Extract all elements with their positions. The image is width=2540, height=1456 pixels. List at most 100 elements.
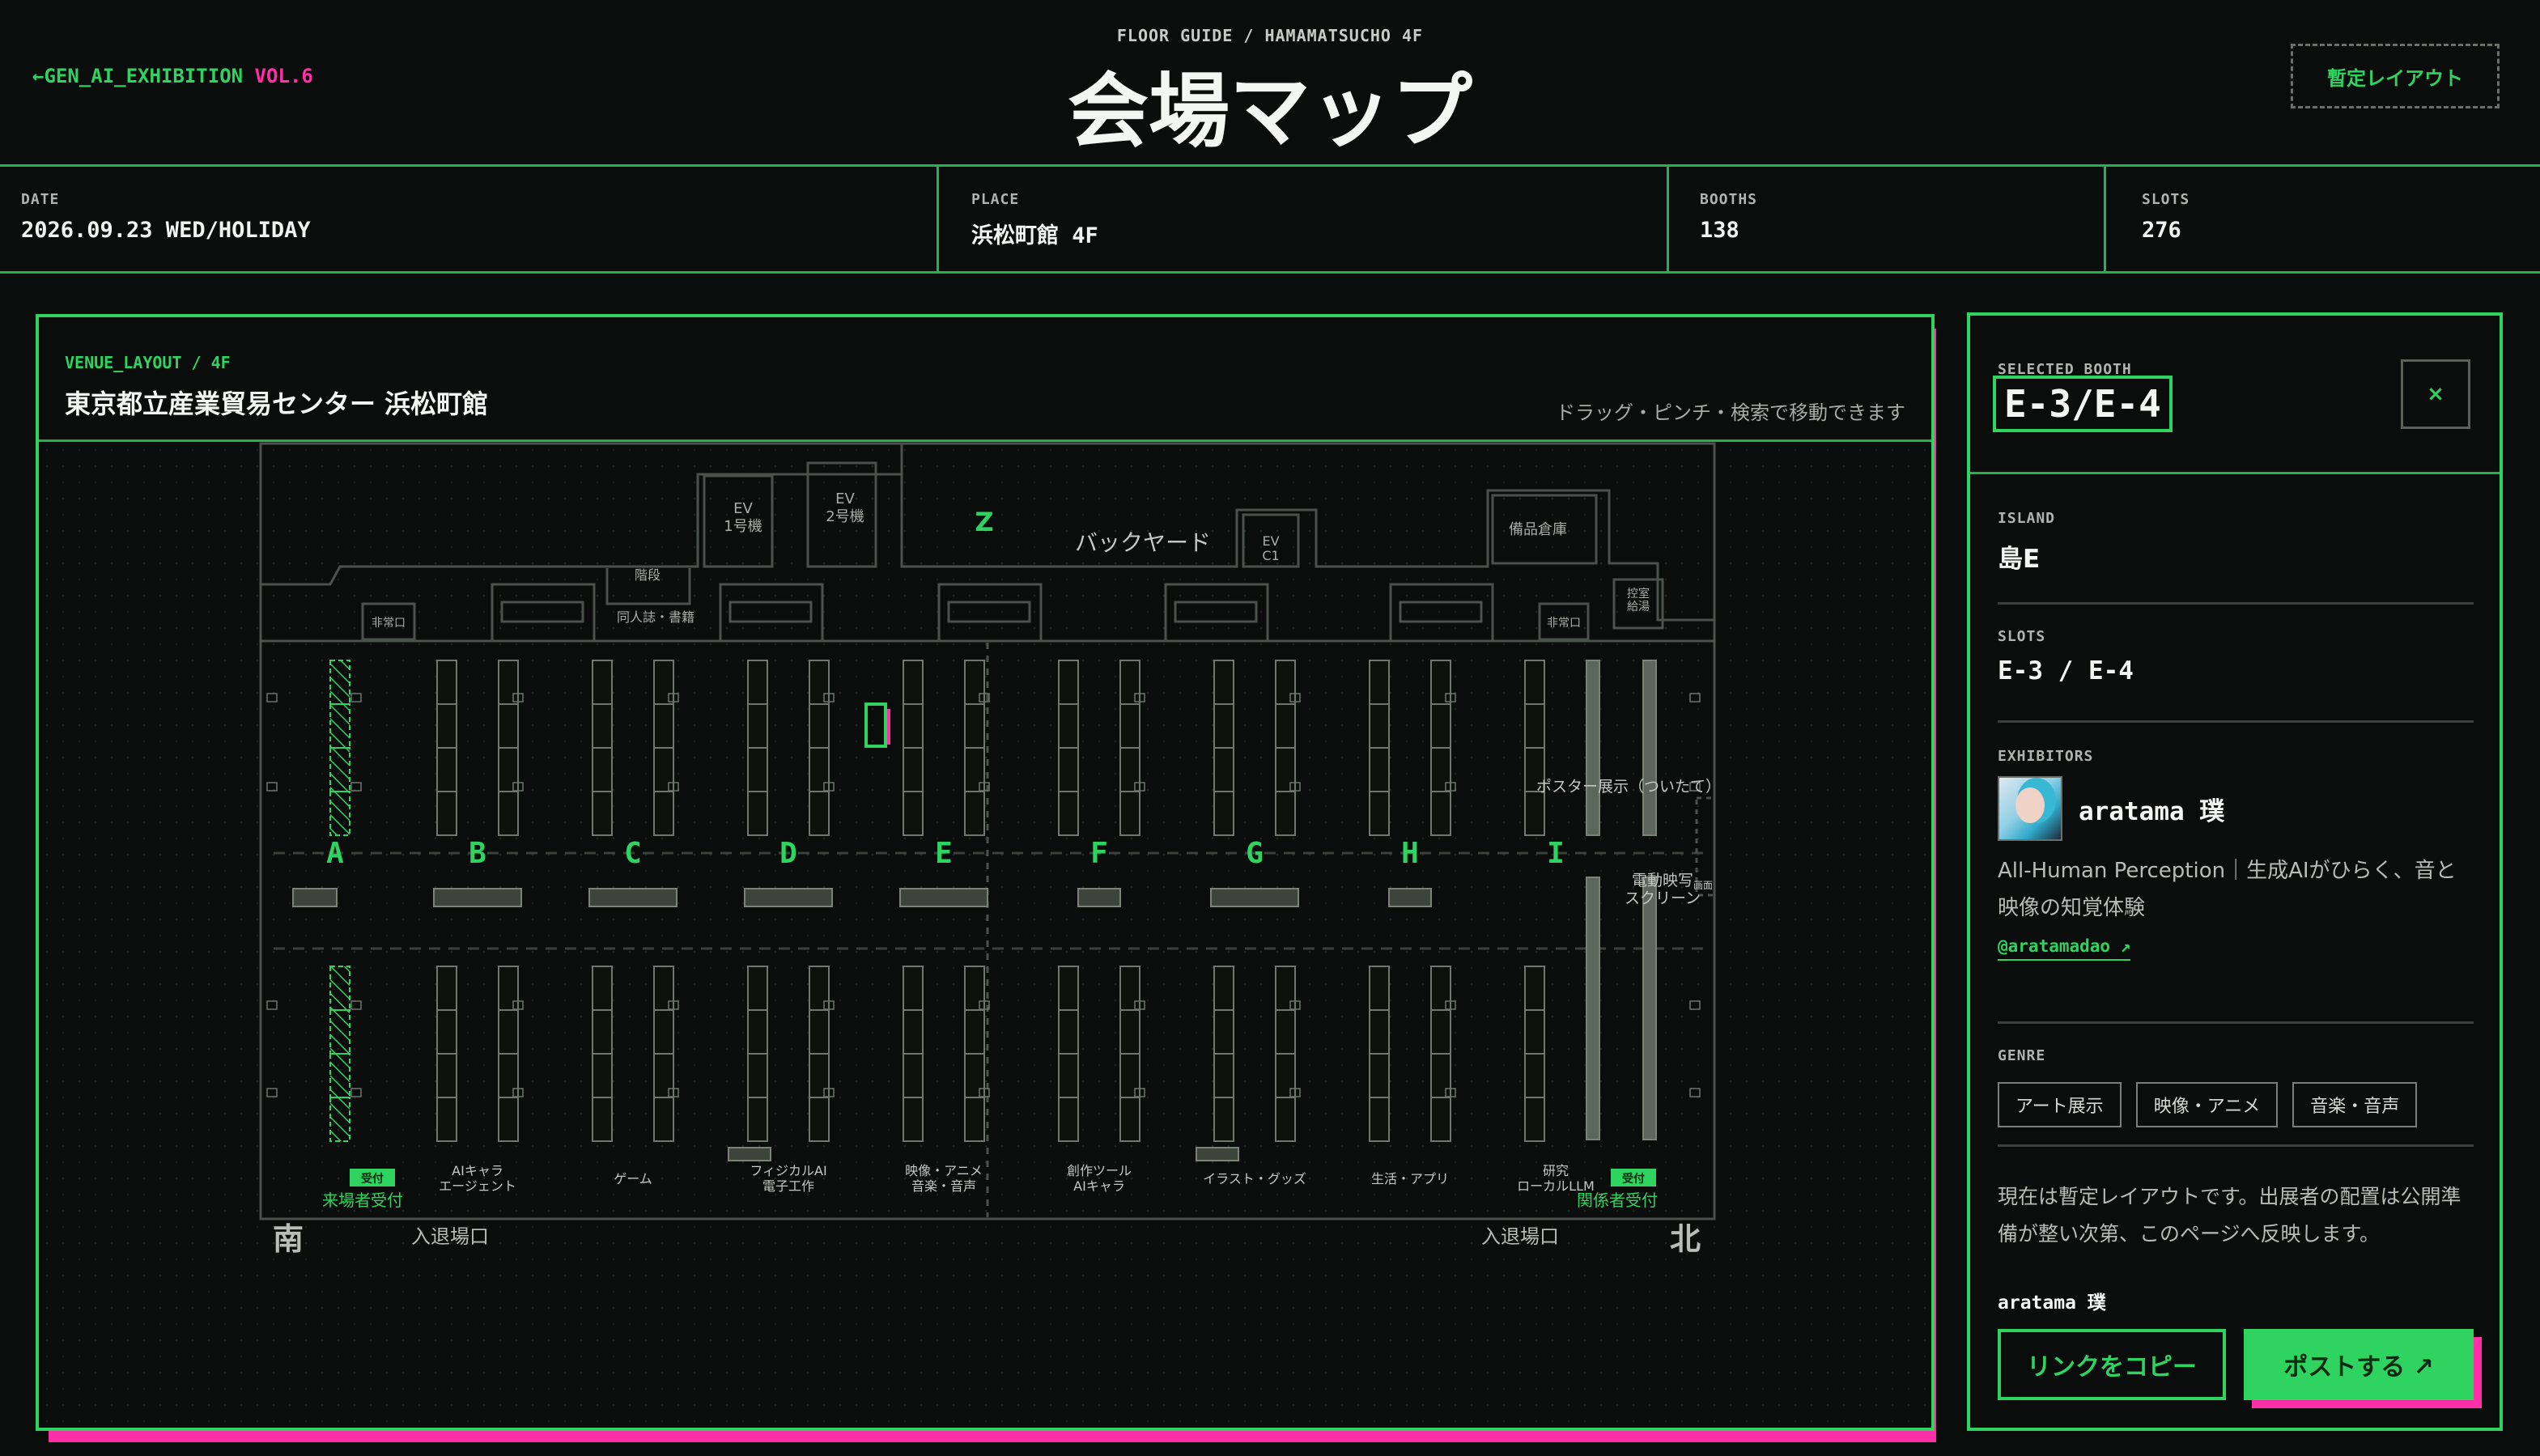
booth-slot[interactable] — [436, 791, 457, 836]
island-letter-g[interactable]: G — [1246, 837, 1264, 870]
booth-slot[interactable] — [1213, 1009, 1234, 1055]
booth-slot[interactable] — [592, 660, 613, 705]
booth-slot[interactable] — [653, 747, 674, 792]
booth-slot[interactable] — [903, 1009, 924, 1055]
booth-slot[interactable] — [1275, 966, 1296, 1011]
booth-slot[interactable] — [1430, 791, 1451, 836]
booth-slot[interactable] — [592, 1009, 613, 1055]
booth-slot[interactable] — [1119, 1097, 1140, 1142]
booth-slot[interactable] — [498, 703, 519, 749]
booth-slot[interactable] — [1275, 791, 1296, 836]
booth-slot[interactable] — [1369, 703, 1390, 749]
booth-slot[interactable] — [1213, 703, 1234, 749]
booth-slot[interactable] — [903, 1097, 924, 1142]
booth-slot[interactable] — [498, 966, 519, 1011]
island-letter-d[interactable]: D — [779, 837, 797, 870]
booth-slot[interactable] — [329, 660, 350, 705]
booth-slot[interactable] — [1524, 703, 1545, 749]
booth-slot[interactable] — [653, 1009, 674, 1055]
booth-slot[interactable] — [747, 703, 768, 749]
booth-slot[interactable] — [1213, 966, 1234, 1011]
booth-slot[interactable] — [903, 1053, 924, 1098]
booth-slot[interactable] — [653, 1097, 674, 1142]
booth-slot[interactable] — [653, 660, 674, 705]
booth-slot[interactable] — [1119, 966, 1140, 1011]
booth-slot[interactable] — [1430, 660, 1451, 705]
booth-slot[interactable] — [1430, 703, 1451, 749]
booth-slot[interactable] — [1119, 703, 1140, 749]
booth-slot[interactable] — [1275, 703, 1296, 749]
booth-slot[interactable] — [498, 791, 519, 836]
booth-slot[interactable] — [498, 1097, 519, 1142]
booth-slot[interactable] — [436, 1009, 457, 1055]
booth-slot[interactable] — [592, 791, 613, 836]
booth-slot[interactable] — [1524, 966, 1545, 1011]
booth-slot[interactable] — [903, 966, 924, 1011]
booth-slot[interactable] — [1058, 966, 1079, 1011]
booth-slot[interactable] — [1369, 1053, 1390, 1098]
booth-slot[interactable] — [1430, 747, 1451, 792]
booth-slot[interactable] — [1213, 747, 1234, 792]
booth-slot[interactable] — [436, 966, 457, 1011]
booth-slot[interactable] — [329, 747, 350, 792]
booth-slot[interactable] — [964, 703, 985, 749]
booth-slot[interactable] — [1213, 1053, 1234, 1098]
booth-slot[interactable] — [809, 966, 830, 1011]
booth-slot[interactable] — [903, 791, 924, 836]
booth-slot[interactable] — [1430, 1053, 1451, 1098]
booth-slot[interactable] — [498, 660, 519, 705]
island-letter-b[interactable]: B — [469, 837, 486, 870]
booth-slot[interactable] — [809, 791, 830, 836]
booth-slot[interactable] — [592, 966, 613, 1011]
booth-slot[interactable] — [1119, 747, 1140, 792]
booth-slot[interactable] — [747, 1009, 768, 1055]
booth-slot[interactable] — [809, 1053, 830, 1098]
booth-slot[interactable] — [1430, 966, 1451, 1011]
booth-slot[interactable] — [653, 966, 674, 1011]
booth-slot[interactable] — [964, 1009, 985, 1055]
booth-slot[interactable] — [1213, 1097, 1234, 1142]
booth-slot[interactable] — [498, 747, 519, 792]
booth-slot[interactable] — [329, 791, 350, 836]
booth-slot[interactable] — [436, 747, 457, 792]
booth-slot[interactable] — [436, 660, 457, 705]
booth-slot[interactable] — [1369, 966, 1390, 1011]
booth-slot[interactable] — [903, 703, 924, 749]
island-letter-h[interactable]: H — [1401, 837, 1419, 870]
booth-slot[interactable] — [1524, 791, 1545, 836]
exhibitor-social-link[interactable]: @aratamadao ↗ — [1998, 936, 2131, 961]
booth-slot[interactable] — [1119, 1009, 1140, 1055]
booth-slot[interactable] — [747, 747, 768, 792]
booth-slot[interactable] — [1369, 1009, 1390, 1055]
booth-slot[interactable] — [809, 1009, 830, 1055]
booth-slot[interactable] — [809, 660, 830, 705]
island-letter-c[interactable]: C — [624, 837, 642, 870]
booth-slot[interactable] — [809, 703, 830, 749]
booth-slot[interactable] — [1275, 747, 1296, 792]
booth-slot[interactable] — [1430, 1009, 1451, 1055]
exhibitor-row[interactable]: aratama 璞 — [1998, 776, 2474, 841]
booth-slot[interactable] — [1058, 791, 1079, 836]
booth-slot[interactable] — [436, 1053, 457, 1098]
booth-slot[interactable] — [329, 1053, 350, 1098]
booth-slot[interactable] — [1524, 660, 1545, 705]
booth-slot[interactable] — [1058, 1053, 1079, 1098]
booth-slot[interactable] — [809, 747, 830, 792]
island-letter-i[interactable]: I — [1547, 837, 1565, 870]
booth-slot[interactable] — [1058, 703, 1079, 749]
booth-slot[interactable] — [1369, 660, 1390, 705]
booth-slot[interactable] — [653, 791, 674, 836]
booth-slot[interactable] — [1369, 1097, 1390, 1142]
booth-slot[interactable] — [329, 703, 350, 749]
booth-slot[interactable] — [747, 1097, 768, 1142]
booth-slot[interactable] — [1430, 1097, 1451, 1142]
booth-slot[interactable] — [1369, 747, 1390, 792]
island-letter-f[interactable]: F — [1090, 837, 1108, 870]
booth-slot[interactable] — [1275, 1097, 1296, 1142]
booth-slot[interactable] — [1275, 660, 1296, 705]
booth-slot[interactable] — [903, 660, 924, 705]
booth-slot[interactable] — [903, 747, 924, 792]
booth-slot[interactable] — [436, 1097, 457, 1142]
booth-slot[interactable] — [809, 1097, 830, 1142]
floor-map[interactable]: EV 1号機 EV 2号機 EV C1 階段 バックヤード 備品倉庫 控室 給湯… — [39, 442, 1931, 1428]
